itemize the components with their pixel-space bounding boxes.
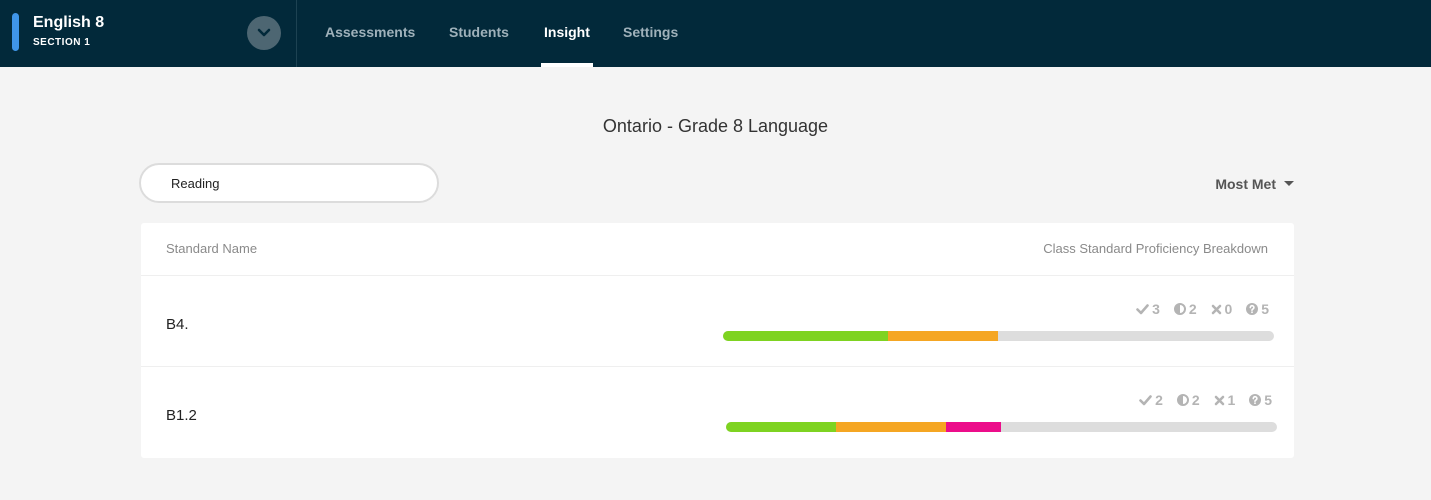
unknown-count: 5 [1249, 392, 1272, 408]
chevron-down-icon [257, 28, 271, 37]
top-navigation-bar: English 8 SECTION 1 Assessments Students… [0, 0, 1431, 67]
column-header-breakdown: Class Standard Proficiency Breakdown [1043, 241, 1268, 256]
standard-name: B4. [166, 316, 189, 333]
proficiency-bar [726, 422, 1277, 432]
table-header: Standard Name Class Standard Proficiency… [141, 223, 1294, 276]
not-met-count: 0 [1211, 301, 1232, 317]
proficiency-bar [723, 331, 1274, 341]
sort-dropdown-label: Most Met [1215, 176, 1276, 192]
column-header-standard-name: Standard Name [166, 241, 258, 256]
course-color-indicator [12, 13, 19, 51]
x-icon [1211, 304, 1221, 315]
partial-segment [888, 331, 998, 341]
checkmark-icon [1139, 395, 1152, 406]
partial-count: 2 [1176, 392, 1200, 408]
tab-students[interactable]: Students [449, 0, 509, 67]
half-circle-icon [1176, 394, 1189, 406]
partial-segment [836, 422, 946, 432]
sort-dropdown[interactable]: Most Met [1215, 176, 1294, 192]
checkmark-icon [1136, 304, 1149, 315]
standard-filter-input[interactable] [139, 163, 439, 203]
course-dropdown-button[interactable] [247, 16, 281, 50]
unknown-count: 5 [1246, 301, 1269, 317]
tab-settings[interactable]: Settings [623, 0, 678, 67]
proficiency-counts: 2 2 1 5 [1139, 392, 1272, 408]
standard-name: B1.2 [166, 407, 197, 424]
met-count: 2 [1139, 392, 1163, 408]
not-met-segment [946, 422, 1001, 432]
course-section: SECTION 1 [33, 37, 91, 48]
tab-assessments[interactable]: Assessments [325, 0, 415, 67]
not-met-count: 1 [1214, 392, 1235, 408]
met-segment [723, 331, 888, 341]
standards-table: Standard Name Class Standard Proficiency… [141, 223, 1294, 458]
met-segment [726, 422, 836, 432]
table-row[interactable]: B1.2 2 2 1 5 [141, 367, 1294, 458]
met-count: 3 [1136, 301, 1160, 317]
question-icon [1246, 303, 1259, 315]
proficiency-counts: 3 2 0 5 [1136, 301, 1269, 317]
tab-insight[interactable]: Insight [541, 0, 593, 67]
half-circle-icon [1173, 303, 1186, 315]
x-icon [1214, 395, 1224, 406]
caret-down-icon [1284, 180, 1294, 186]
table-row[interactable]: B4. 3 2 0 5 [141, 276, 1294, 367]
course-title: English 8 [33, 14, 105, 31]
partial-count: 2 [1173, 301, 1197, 317]
page-title: Ontario - Grade 8 Language [602, 116, 829, 136]
question-icon [1249, 394, 1262, 406]
course-selector[interactable]: English 8 SECTION 1 [0, 0, 297, 67]
